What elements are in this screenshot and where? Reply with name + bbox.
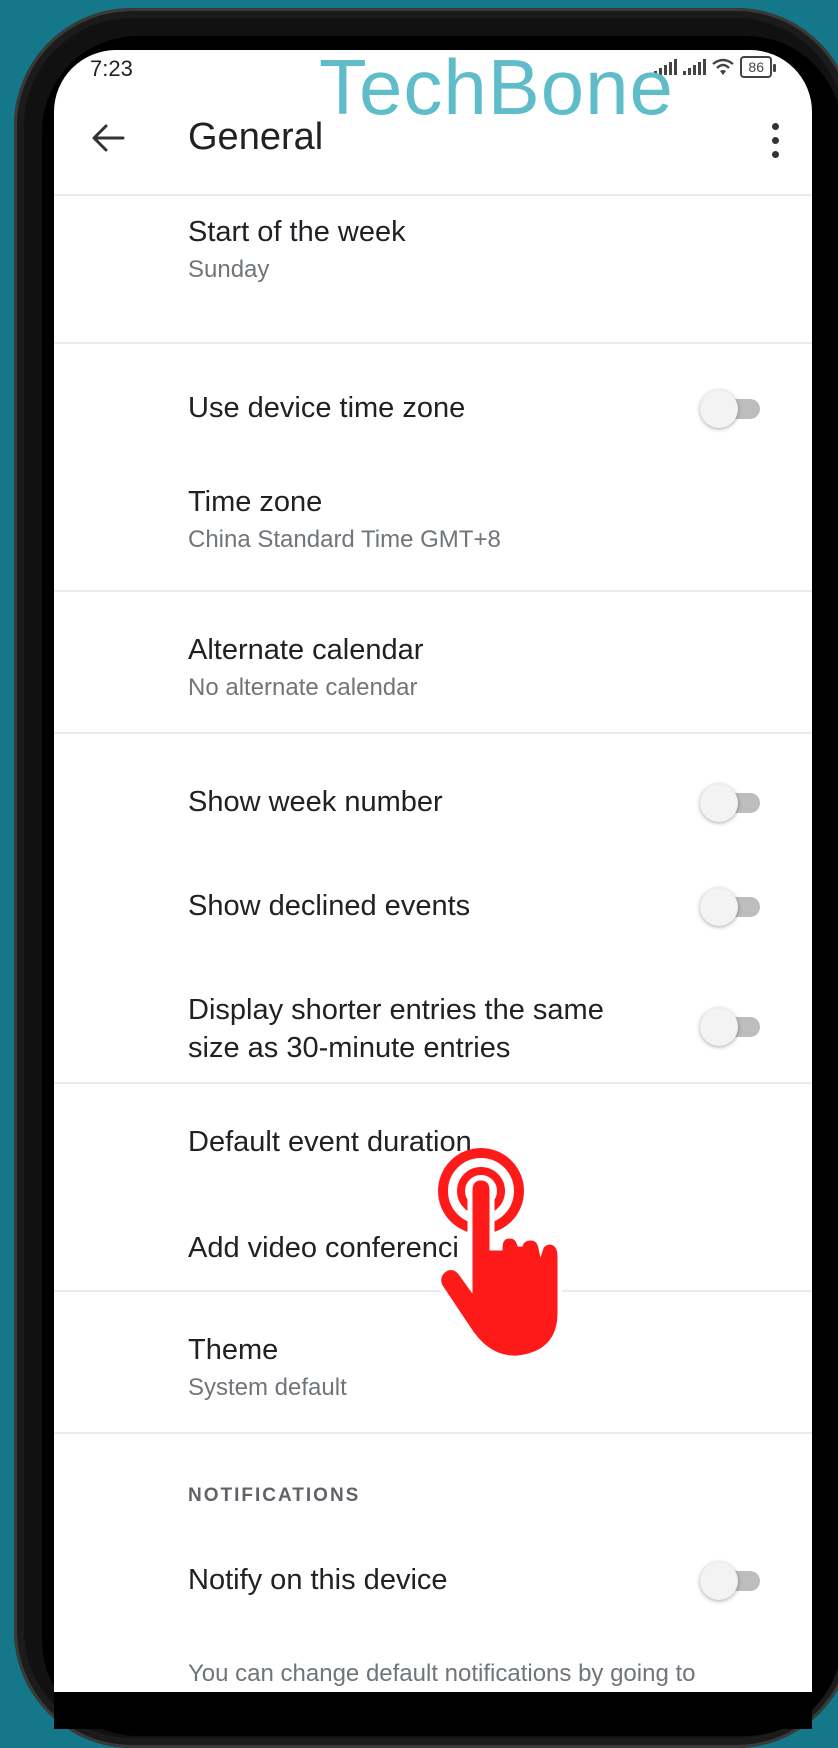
setting-video-conferencing[interactable]: Add video conferenci: [54, 1188, 812, 1292]
setting-title-line1: Display shorter entries the same: [188, 994, 604, 1026]
setting-title: Notify on this device: [188, 1564, 448, 1596]
notify-device-toggle[interactable]: [700, 1562, 760, 1600]
setting-title-line2: size as 30-minute entries: [188, 1032, 511, 1064]
status-time: 7:23: [90, 56, 133, 81]
setting-title: Theme: [188, 1334, 279, 1366]
declined-events-toggle[interactable]: [700, 888, 760, 926]
tap-hand-icon: [438, 1148, 563, 1358]
week-number-toggle[interactable]: [700, 784, 760, 822]
setting-title: Default event duration: [188, 1126, 472, 1158]
bottom-bezel: [54, 1692, 812, 1729]
more-vert-icon[interactable]: [760, 120, 790, 160]
divider: [54, 342, 812, 344]
setting-use-device-time-zone[interactable]: Use device time zone: [54, 346, 812, 446]
signal-icon: [654, 59, 678, 75]
setting-show-declined-events[interactable]: Show declined events: [54, 838, 812, 942]
signal-icon-2: [683, 59, 707, 75]
setting-show-week-number[interactable]: Show week number: [54, 734, 812, 838]
page-title: General: [188, 116, 324, 158]
back-arrow-icon[interactable]: [88, 118, 128, 158]
setting-title: Start of the week: [188, 216, 406, 248]
battery-icon: 86: [740, 56, 776, 78]
status-icons: 86: [654, 56, 776, 78]
setting-time-zone[interactable]: Time zone China Standard Time GMT+8: [54, 446, 812, 566]
setting-value: Sunday: [188, 256, 270, 283]
device-time-zone-toggle[interactable]: [700, 390, 760, 428]
setting-theme[interactable]: Theme System default: [54, 1292, 812, 1432]
setting-title: Show week number: [188, 786, 443, 818]
setting-value: System default: [188, 1374, 347, 1401]
wifi-icon: [712, 58, 735, 75]
setting-title: Alternate calendar: [188, 634, 424, 666]
setting-start-of-week[interactable]: Start of the week Sunday: [54, 196, 812, 324]
setting-title: Time zone: [188, 486, 323, 518]
screen: 7:23 86 TechBone General Start of the we…: [54, 50, 812, 1692]
setting-title: Use device time zone: [188, 392, 466, 424]
setting-value: China Standard Time GMT+8: [188, 526, 501, 553]
setting-title: Show declined events: [188, 890, 471, 922]
divider: [54, 1432, 812, 1434]
section-header-notifications: NOTIFICATIONS: [188, 1485, 361, 1506]
setting-value: No alternate calendar: [188, 674, 418, 701]
setting-shorter-entries[interactable]: Display shorter entries the same size as…: [54, 942, 812, 1064]
shorter-entries-toggle[interactable]: [700, 1008, 760, 1046]
setting-default-event-duration[interactable]: Default event duration: [54, 1084, 812, 1188]
setting-notify-on-device[interactable]: Notify on this device: [54, 1520, 812, 1624]
setting-title: Add video conferenci: [188, 1232, 459, 1264]
notifications-footer-text: You can change default notifications by …: [188, 1660, 696, 1687]
app-bar: General: [54, 98, 812, 196]
setting-alternate-calendar[interactable]: Alternate calendar No alternate calendar: [54, 592, 812, 732]
